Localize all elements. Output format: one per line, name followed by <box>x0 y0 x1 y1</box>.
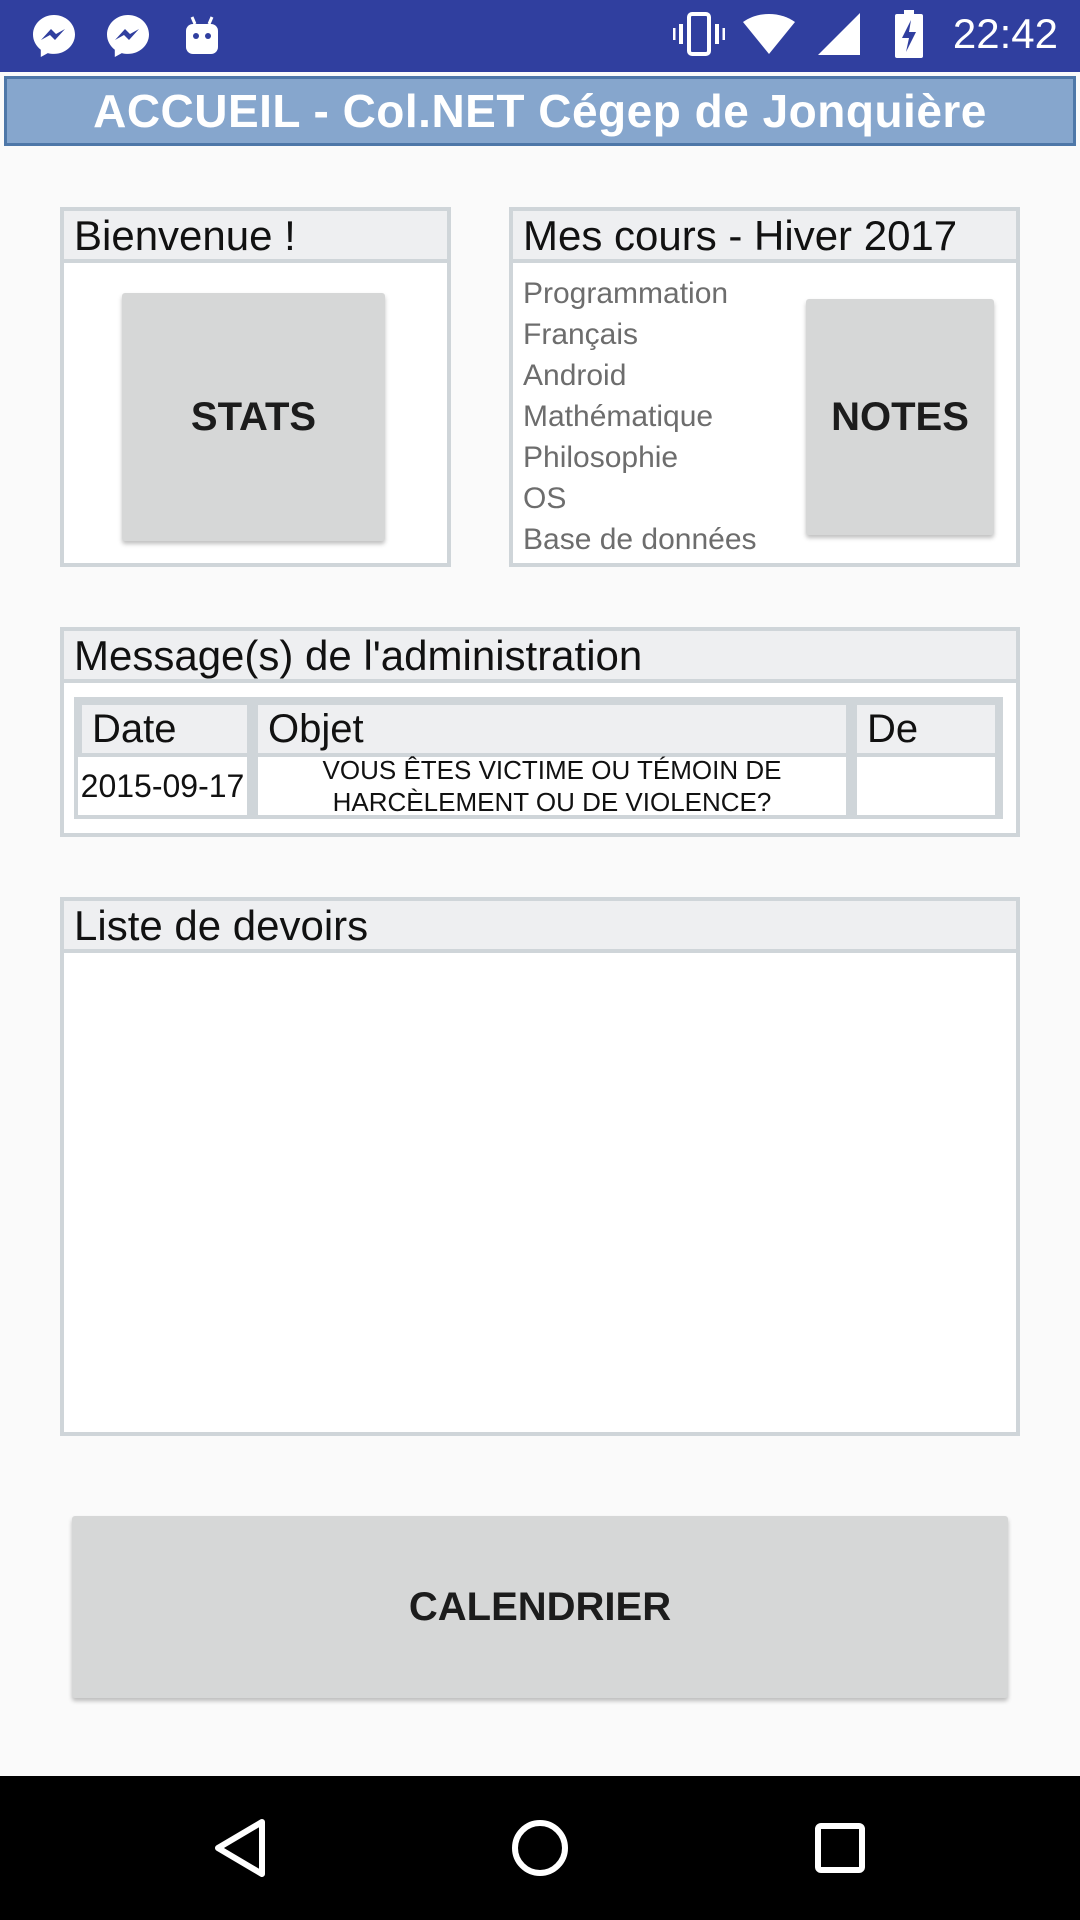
app-title-bar: ACCUEIL - Col.NET Cégep de Jonquière <box>4 76 1076 146</box>
column-header-object: Objet <box>258 705 846 753</box>
status-bar: 22:42 <box>0 0 1080 72</box>
list-item: Android <box>523 359 627 392</box>
message-from[interactable] <box>857 757 995 815</box>
android-debug-icon <box>176 10 228 62</box>
back-icon[interactable] <box>208 1816 272 1880</box>
list-item: OS <box>523 482 567 515</box>
navigation-bar <box>0 1776 1080 1920</box>
column-header-date: Date <box>82 705 247 753</box>
system-icons: 22:42 <box>672 8 1058 60</box>
notes-button[interactable]: NOTES <box>806 299 994 535</box>
cell-signal-icon <box>813 8 865 60</box>
column-header-from: De <box>857 705 995 753</box>
courses-panel: Mes cours - Hiver 2017 Programmation Fra… <box>509 207 1020 567</box>
messenger-icon <box>28 10 80 62</box>
stats-button[interactable]: STATS <box>122 293 385 541</box>
courses-panel-header: Mes cours - Hiver 2017 <box>513 211 1016 263</box>
messenger-icon <box>102 10 154 62</box>
home-icon[interactable] <box>508 1816 572 1880</box>
admin-messages-header: Message(s) de l'administration <box>64 631 1016 683</box>
vibrate-icon <box>672 8 725 60</box>
recents-icon[interactable] <box>808 1816 872 1880</box>
list-item: Base de données <box>523 523 757 556</box>
homework-list[interactable] <box>64 953 1016 1432</box>
list-item: Français <box>523 318 639 351</box>
homework-panel-header: Liste de devoirs <box>64 901 1016 953</box>
list-item: Philosophie <box>523 441 679 474</box>
homework-panel: Liste de devoirs <box>60 897 1020 1436</box>
course-list[interactable]: Programmation Français Android Mathémati… <box>523 273 813 581</box>
page-title: ACCUEIL - Col.NET Cégep de Jonquière <box>93 85 987 137</box>
clock: 22:42 <box>952 10 1058 57</box>
messages-table: Date Objet De 2015-09-17 VOUS ÊTES VICTI… <box>74 697 1003 819</box>
list-item: Mathématique <box>523 400 714 433</box>
list-item: Programmation <box>523 277 729 310</box>
welcome-panel: Bienvenue ! STATS <box>60 207 451 567</box>
message-date[interactable]: 2015-09-17 <box>78 757 247 815</box>
admin-messages-panel: Message(s) de l'administration Date Obje… <box>60 627 1020 837</box>
calendar-button[interactable]: CALENDRIER <box>72 1516 1008 1698</box>
welcome-panel-header: Bienvenue ! <box>64 211 447 263</box>
message-object[interactable]: VOUS ÊTES VICTIME OU TÉMOIN DE HARCÈLEME… <box>258 755 846 817</box>
battery-charging-icon <box>883 8 935 60</box>
notification-icons <box>28 10 228 62</box>
wifi-icon <box>742 8 795 60</box>
